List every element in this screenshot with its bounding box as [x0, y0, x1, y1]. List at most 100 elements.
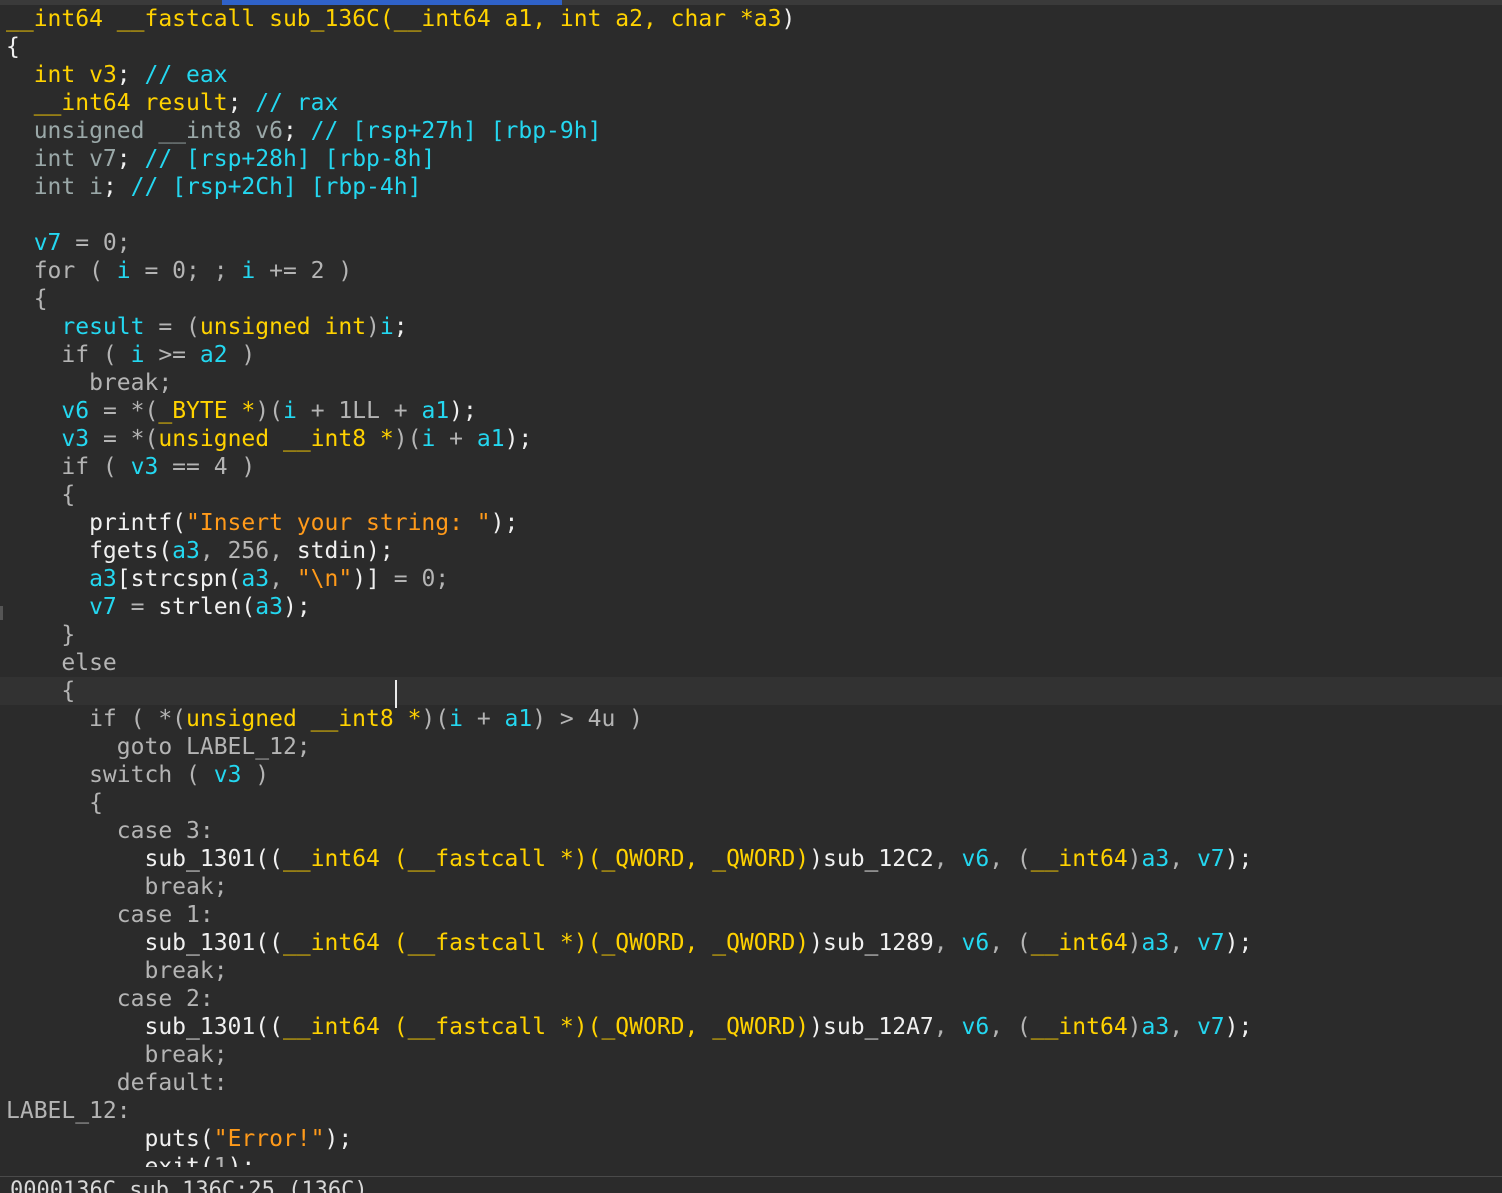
code-token: "\n": [296, 566, 353, 592]
code-token: // eax: [144, 62, 228, 88]
code-line[interactable]: break;: [0, 957, 1502, 985]
code-line[interactable]: v6 = *(_BYTE *)(i + 1LL + a1);: [0, 397, 1502, 425]
code-token: = (: [144, 314, 200, 340]
code-token: )]: [352, 566, 380, 592]
code-line[interactable]: {: [0, 677, 1502, 705]
code-line[interactable]: LABEL_12:: [0, 1097, 1502, 1125]
code-token: i: [379, 314, 394, 340]
code-token: ;: [282, 118, 311, 144]
code-line[interactable]: break;: [0, 873, 1502, 901]
code-token: );: [1224, 1014, 1253, 1040]
code-token: __int64: [1030, 1014, 1128, 1040]
code-token: }: [6, 622, 76, 648]
code-token: a3: [255, 594, 283, 620]
code-line[interactable]: break;: [0, 369, 1502, 397]
code-line[interactable]: goto LABEL_12;: [0, 733, 1502, 761]
pseudocode-editor[interactable]: __int64 __fastcall sub_136C(__int64 a1, …: [0, 5, 1502, 1167]
code-line[interactable]: break;: [0, 1041, 1502, 1069]
code-line[interactable]: result = (unsigned int)i;: [0, 313, 1502, 341]
code-line[interactable]: unsigned __int8 v6; // [rsp+27h] [rbp-9h…: [0, 117, 1502, 145]
code-token: a1: [421, 398, 450, 424]
code-token: , 256,: [199, 538, 297, 564]
code-token: __int64 __fastcall: [6, 6, 270, 32]
code-token: );: [282, 594, 311, 620]
code-line[interactable]: {: [0, 33, 1502, 61]
code-token: ;: [116, 62, 145, 88]
code-line[interactable]: switch ( v3 ): [0, 761, 1502, 789]
code-token: ): [241, 762, 270, 788]
code-token: i: [241, 258, 256, 284]
code-line[interactable]: {: [0, 285, 1502, 313]
code-line[interactable]: case 3:: [0, 817, 1502, 845]
code-token: _BYTE *: [158, 398, 256, 424]
code-token: );: [324, 1126, 353, 1152]
code-token: ,: [933, 846, 962, 872]
code-token: + 1LL +: [296, 398, 422, 424]
code-line[interactable]: {: [0, 481, 1502, 509]
code-token: v3: [130, 454, 159, 480]
code-token: printf(: [6, 510, 187, 536]
code-token: if ( *(: [6, 706, 187, 732]
code-token: i: [130, 342, 145, 368]
code-token: break;: [6, 958, 228, 984]
code-line[interactable]: v3 = *(unsigned __int8 *)(i + a1);: [0, 425, 1502, 453]
code-token: strlen(: [158, 594, 256, 620]
code-token: for (: [6, 258, 117, 284]
code-line[interactable]: puts("Error!");: [0, 1125, 1502, 1153]
code-token: v3: [213, 762, 242, 788]
code-token: case 1:: [6, 902, 214, 928]
code-line[interactable]: printf("Insert your string: ");: [0, 509, 1502, 537]
code-line[interactable]: v7 = 0;: [0, 229, 1502, 257]
code-line[interactable]: case 2:: [0, 985, 1502, 1013]
code-line[interactable]: case 1:: [0, 901, 1502, 929]
code-line[interactable]: if ( i >= a2 ): [0, 341, 1502, 369]
code-token: else: [6, 650, 117, 676]
code-token: ;: [102, 174, 131, 200]
code-token: );: [449, 398, 477, 424]
code-token: __int64: [1030, 846, 1128, 872]
code-line[interactable]: __int64 __fastcall sub_136C(__int64 a1, …: [0, 5, 1502, 33]
code-line[interactable]: if ( *(unsigned __int8 *)(i + a1) > 4u ): [0, 705, 1502, 733]
code-line[interactable]: v7 = strlen(a3);: [0, 593, 1502, 621]
code-line[interactable]: sub_1301((__int64 (__fastcall *)(_QWORD,…: [0, 1013, 1502, 1041]
code-token: ): [781, 6, 796, 32]
text-cursor: [395, 680, 397, 708]
code-token: ,: [269, 566, 297, 592]
code-token: exit(: [6, 1154, 214, 1167]
code-token: unsigned __int8 *: [158, 426, 394, 452]
code-token: = *(: [89, 398, 159, 424]
code-token: v3: [89, 62, 117, 88]
code-token: case 2:: [6, 986, 214, 1012]
code-line[interactable]: a3[strcspn(a3, "\n")] = 0;: [0, 565, 1502, 593]
code-line[interactable]: {: [0, 789, 1502, 817]
code-token: v7: [1196, 846, 1225, 872]
code-token: {: [6, 790, 103, 816]
code-token: i: [449, 706, 463, 732]
code-token: result: [6, 314, 145, 340]
code-line[interactable]: [0, 201, 1502, 229]
code-token: v6: [6, 398, 90, 424]
code-token: ;: [227, 90, 256, 116]
code-token: v6: [961, 1014, 990, 1040]
code-line[interactable]: default:: [0, 1069, 1502, 1097]
code-line[interactable]: sub_1301((__int64 (__fastcall *)(_QWORD,…: [0, 845, 1502, 873]
code-line[interactable]: int v3; // eax: [0, 61, 1502, 89]
code-line[interactable]: }: [0, 621, 1502, 649]
code-token: __int64 (__fastcall *)(_QWORD, _QWORD): [282, 1014, 810, 1040]
code-token: a3: [241, 566, 270, 592]
code-line[interactable]: fgets(a3, 256, stdin);: [0, 537, 1502, 565]
code-line[interactable]: __int64 result; // rax: [0, 89, 1502, 117]
code-token: =: [116, 594, 159, 620]
code-line[interactable]: if ( v3 == 4 ): [0, 453, 1502, 481]
code-line[interactable]: int v7; // [rsp+28h] [rbp-8h]: [0, 145, 1502, 173]
code-token: {: [6, 482, 76, 508]
code-line[interactable]: for ( i = 0; ; i += 2 ): [0, 257, 1502, 285]
code-token: int: [6, 62, 90, 88]
code-token: unsigned __int8 v6: [6, 118, 283, 144]
code-line[interactable]: else: [0, 649, 1502, 677]
code-token: );: [227, 1154, 256, 1167]
code-line[interactable]: exit(1);: [0, 1153, 1502, 1167]
code-line[interactable]: sub_1301((__int64 (__fastcall *)(_QWORD,…: [0, 929, 1502, 957]
code-line[interactable]: int i; // [rsp+2Ch] [rbp-4h]: [0, 173, 1502, 201]
code-token: , (: [989, 930, 1031, 956]
